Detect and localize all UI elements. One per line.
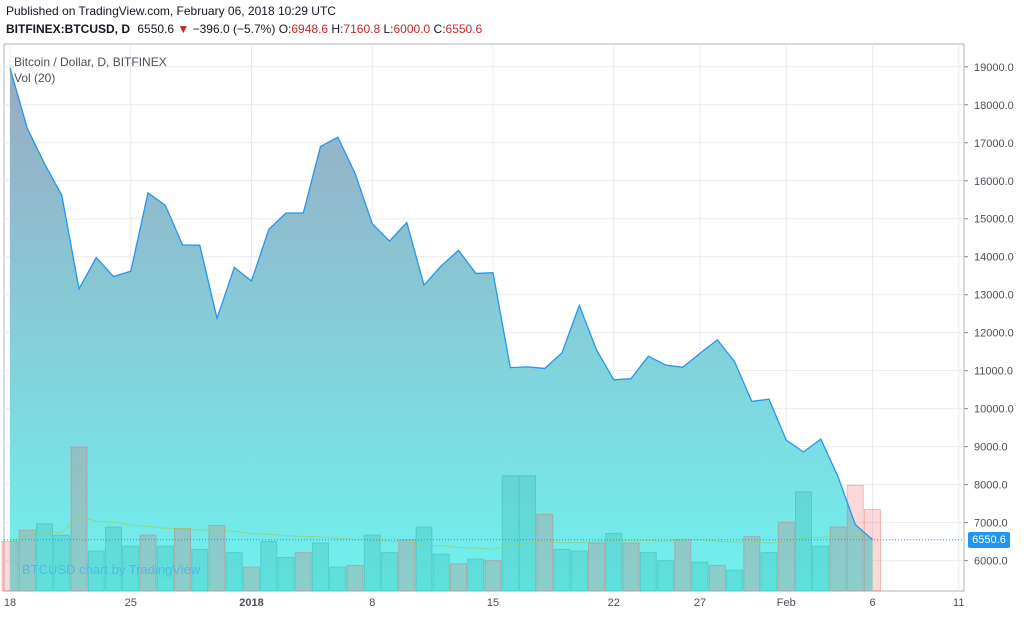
price-tick-label: 15000.0	[974, 214, 1014, 226]
volume-label: Vol (20)	[14, 71, 56, 85]
volume-bar	[415, 526, 433, 592]
close-value: 6550.6	[445, 22, 483, 36]
volume-bar	[277, 556, 295, 592]
time-tick-label: Feb	[777, 597, 796, 609]
volume-bar	[864, 508, 881, 592]
volume-bar	[708, 564, 726, 592]
volume-bar	[536, 513, 554, 592]
volume-bar	[363, 534, 381, 592]
volume-bar	[588, 542, 605, 592]
price-tick-label: 14000.0	[974, 252, 1014, 264]
volume-bar	[174, 528, 191, 592]
volume-bar	[501, 475, 519, 592]
volume-bar	[381, 552, 398, 592]
chart-title: Bitcoin / Dollar, D, BITFINEX	[14, 55, 167, 69]
last-price: 6550.6	[137, 22, 175, 36]
price-tick-label: 19000.0	[974, 62, 1014, 74]
last-price-tag: 6550.6	[968, 531, 1010, 548]
volume-bar	[795, 491, 812, 592]
volume-bar	[691, 561, 709, 592]
symbol-summary: BITFINEX:BTCUSD, D 6550.6 ▼ −396.0 (−5.7…	[6, 22, 482, 36]
price-tick-label: 6000.0	[974, 556, 1008, 568]
volume-bar	[519, 475, 536, 592]
price-change: −396.0 (−5.7%)	[192, 22, 276, 36]
volume-bar	[36, 523, 53, 592]
time-tick-label: 18	[4, 597, 16, 609]
volume-bar	[450, 563, 467, 592]
chart-area[interactable]: 6000.0 7000.0 8000.0 9000.0 10000.0 11000.0 12…	[0, 43, 1024, 617]
price-tick-label: 7000.0	[974, 518, 1008, 530]
volume-bar	[760, 552, 778, 592]
volume-bar	[1, 540, 19, 592]
time-tick-label: 27	[694, 597, 706, 609]
change-arrow-icon: ▼	[177, 22, 190, 36]
volume-bar	[225, 552, 243, 592]
close-label: C:	[433, 22, 446, 36]
watermark: BTCUSD chart by TradingView	[22, 562, 201, 577]
volume-bar	[294, 552, 312, 592]
time-tick-label: 15	[487, 597, 499, 609]
volume-bar	[777, 521, 795, 592]
price-tick-label: 11000.0	[974, 366, 1013, 378]
volume-bar	[846, 484, 864, 592]
volume-bar	[812, 545, 830, 592]
time-axis[interactable]: 18 25 2018 8 15 22 27 Feb 6 11	[4, 597, 965, 609]
open-value: 6948.6	[291, 22, 329, 36]
symbol-name: BITFINEX:BTCUSD, D	[6, 22, 130, 36]
price-tick-label: 16000.0	[974, 176, 1014, 188]
volume-bar	[743, 536, 761, 592]
price-tick-label: 10000.0	[974, 404, 1014, 416]
volume-bar	[346, 564, 364, 592]
price-tick-label: 18000.0	[974, 100, 1014, 112]
volume-bar	[467, 558, 485, 592]
volume-bar	[260, 540, 278, 592]
volume-bar	[243, 566, 260, 592]
time-tick-label: 22	[608, 597, 620, 609]
volume-bar	[312, 542, 329, 592]
price-tick-label: 13000.0	[974, 290, 1014, 302]
volume-bar	[570, 550, 588, 592]
time-tick-label: 6	[869, 597, 875, 609]
volume-bar	[605, 532, 623, 592]
high-label: H:	[331, 22, 344, 36]
volume-bar	[622, 542, 640, 592]
volume-bar	[639, 552, 657, 592]
volume-bar	[726, 569, 743, 592]
time-tick-label: 25	[125, 597, 137, 609]
price-tick-label: 8000.0	[974, 480, 1008, 492]
high-value: 7160.8	[343, 22, 381, 36]
volume-bar	[329, 566, 347, 592]
volume-bar	[657, 560, 674, 592]
chart-header: Published on TradingView.com, February 0…	[0, 0, 1024, 43]
volume-bar	[674, 539, 692, 592]
volume-bar	[105, 526, 122, 592]
volume-bar	[553, 548, 571, 592]
low-label: L:	[383, 22, 394, 36]
price-chart[interactable]: 6000.0 7000.0 8000.0 9000.0 10000.0 11000.0 12…	[0, 43, 1024, 617]
time-tick-label: 2018	[239, 597, 263, 609]
volume-bar	[398, 539, 416, 592]
open-label: O:	[278, 22, 292, 36]
price-tick-label: 12000.0	[974, 328, 1014, 340]
price-tick-label: 17000.0	[974, 138, 1014, 150]
time-tick-label: 8	[369, 597, 375, 609]
low-value: 6000.0	[393, 22, 431, 36]
price-tick-label: 9000.0	[974, 442, 1008, 454]
volume-bar	[208, 524, 226, 592]
volume-bar	[432, 553, 450, 592]
volume-bar	[484, 560, 502, 592]
publish-info: Published on TradingView.com, February 0…	[6, 4, 336, 18]
price-axis[interactable]: 6000.0 7000.0 8000.0 9000.0 10000.0 11000.0 12…	[964, 62, 1014, 568]
volume-bar	[18, 529, 36, 592]
time-tick-label: 11	[953, 597, 964, 609]
